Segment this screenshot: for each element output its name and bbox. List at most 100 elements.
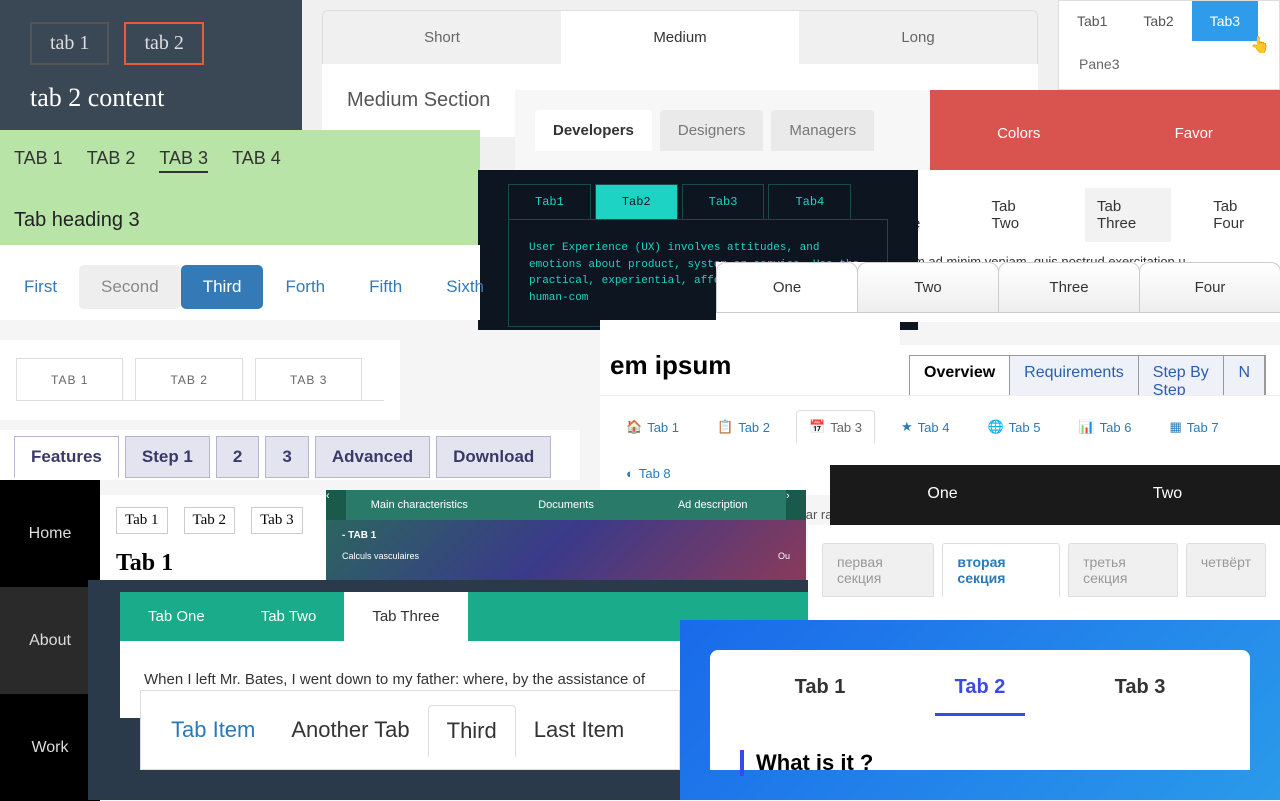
nav-work[interactable]: Work: [0, 694, 100, 801]
tab-6[interactable]: 📊Tab 6: [1066, 410, 1143, 444]
tab-sixth[interactable]: Sixth: [424, 265, 506, 309]
tab-forth[interactable]: Forth: [263, 265, 347, 309]
home-icon: 🏠: [626, 419, 642, 435]
tab-7[interactable]: ▦Tab 7: [1157, 410, 1230, 444]
calendar-icon: 📅: [809, 419, 825, 435]
tab-section-4[interactable]: четвёрт: [1186, 543, 1266, 597]
circle-icon: ◐: [626, 466, 634, 481]
tab-section-1[interactable]: первая секция: [822, 543, 934, 597]
tab-ad[interactable]: Ad description: [639, 490, 786, 520]
tab-2[interactable]: Tab 2: [935, 670, 1026, 716]
tab-two[interactable]: Tab Two: [233, 592, 345, 641]
tab-section-3[interactable]: третья секция: [1068, 543, 1178, 597]
tab-step2[interactable]: 2: [216, 436, 259, 478]
tab-main[interactable]: Main characteristics: [346, 490, 493, 520]
tab-two[interactable]: Two: [1055, 465, 1280, 523]
blue-card-tabs-panel: Tab 1 Tab 2 Tab 3 What is it ?: [680, 620, 1280, 800]
tab-two[interactable]: Two: [857, 262, 999, 312]
tab-first[interactable]: First: [2, 265, 79, 309]
nav-home[interactable]: Home: [0, 480, 100, 587]
tab-label: - TAB 1: [342, 530, 790, 541]
tab-three[interactable]: Tab Three: [1085, 188, 1171, 242]
tab1[interactable]: Tab1: [508, 184, 591, 219]
tab1[interactable]: Tab1: [1059, 1, 1125, 41]
tab-another[interactable]: Another Tab: [273, 705, 427, 757]
tab-four[interactable]: Tab Four: [1201, 188, 1280, 242]
tab-last[interactable]: Last Item: [516, 705, 642, 757]
tab-heading: Tab heading 3: [14, 209, 466, 232]
tab-3[interactable]: 📅Tab 3: [796, 410, 875, 444]
overview-tabs-panel: Overview Requirements Step By Step N: [895, 345, 1280, 400]
tab-2[interactable]: Tab 2: [184, 507, 236, 534]
lorem-fragment: em ipsum: [600, 320, 900, 400]
role-tabs-panel: Developers Designers Managers: [515, 90, 930, 170]
tab-2[interactable]: tab 2: [124, 22, 203, 65]
tab-short[interactable]: Short: [323, 11, 561, 64]
dark-one-two-panel: One Two: [830, 465, 1280, 525]
tab-1[interactable]: tab 1: [30, 22, 109, 65]
tab-developers[interactable]: Developers: [535, 110, 652, 151]
tab-one[interactable]: One: [716, 262, 858, 312]
vertical-nav-panel: Home About Work: [0, 480, 100, 800]
tab-third[interactable]: Third: [181, 265, 264, 309]
prev-arrow-icon[interactable]: ‹: [326, 490, 346, 520]
tab-4[interactable]: ★Tab 4: [889, 410, 961, 444]
tab2[interactable]: Tab2: [595, 184, 678, 219]
globe-icon: 🌐: [987, 419, 1003, 435]
next-arrow-icon[interactable]: ›: [786, 490, 806, 520]
tab-three[interactable]: Three: [998, 262, 1140, 312]
tab-managers[interactable]: Managers: [771, 110, 874, 151]
tab-heading: Tab 1: [116, 550, 314, 577]
tab-3[interactable]: TAB 3: [159, 148, 208, 173]
tab-1[interactable]: Tab 1: [116, 507, 168, 534]
tab-1[interactable]: 🏠Tab 1: [614, 410, 691, 444]
tab-1[interactable]: Tab 1: [775, 670, 866, 716]
tab-two[interactable]: Tab Two: [980, 188, 1055, 242]
tab-favorites[interactable]: Favor: [1175, 125, 1213, 142]
tab-long[interactable]: Long: [799, 11, 1037, 64]
tab3[interactable]: Tab3: [1192, 1, 1258, 41]
tab-third[interactable]: Third: [428, 705, 516, 757]
tab-5[interactable]: 🌐Tab 5: [975, 410, 1052, 444]
tab-colors[interactable]: Colors: [997, 125, 1040, 142]
tab4[interactable]: Tab4: [768, 184, 851, 219]
tab-features[interactable]: Features: [14, 436, 119, 478]
tab-item[interactable]: Tab Item: [153, 705, 273, 757]
tab-section-2[interactable]: вторая секция: [942, 543, 1060, 597]
tab-3[interactable]: Tab 3: [1095, 670, 1186, 716]
tab-3[interactable]: Tab 3: [251, 507, 303, 534]
tab-8[interactable]: ◐Tab 8: [614, 458, 683, 489]
tab-2[interactable]: TAB 2: [87, 148, 136, 173]
tab-one-four-panel: ab One Tab Two Tab Three Tab Four Ut eni…: [870, 170, 1280, 270]
tab-one[interactable]: One: [830, 465, 1055, 523]
tab-4[interactable]: TAB 4: [232, 148, 281, 173]
tab-2[interactable]: TAB 2: [135, 358, 242, 401]
tab-3[interactable]: TAB 3: [255, 358, 362, 401]
tab-2[interactable]: 📋Tab 2: [705, 410, 782, 444]
tab2[interactable]: Tab2: [1125, 1, 1191, 41]
tab-step3[interactable]: 3: [265, 436, 308, 478]
green-underline-tabs-panel: TAB 1 TAB 2 TAB 3 TAB 4 Tab heading 3: [0, 130, 480, 245]
large-tabs-panel: Tab Item Another Tab Third Last Item: [140, 690, 680, 770]
tab-one[interactable]: Tab One: [120, 592, 233, 641]
tab-second[interactable]: Second: [79, 265, 181, 309]
tab-four[interactable]: Four: [1139, 262, 1280, 312]
tab-1[interactable]: TAB 1: [14, 148, 63, 173]
section-heading: What is it ?: [740, 750, 1220, 776]
list-icon: 📋: [717, 419, 733, 435]
pill-tabs-panel: First Second Third Forth Fifth Sixth: [0, 245, 480, 320]
tab-download[interactable]: Download: [436, 436, 551, 478]
tab-three[interactable]: Tab Three: [344, 592, 467, 641]
tab-1[interactable]: TAB 1: [16, 358, 123, 401]
nav-about[interactable]: About: [0, 587, 100, 694]
tab-advanced[interactable]: Advanced: [315, 436, 430, 478]
tab-designers[interactable]: Designers: [660, 110, 764, 151]
boxed-tabs-panel: TAB 1 TAB 2 TAB 3: [0, 340, 400, 420]
tab-medium[interactable]: Medium: [561, 11, 799, 64]
tab3[interactable]: Tab3: [682, 184, 765, 219]
chart-icon: 📊: [1078, 419, 1094, 435]
tab-documents[interactable]: Documents: [493, 490, 640, 520]
tab-fifth[interactable]: Fifth: [347, 265, 424, 309]
blue-active-tabs-panel: Tab1 Tab2 Tab3 Pane3: [1058, 0, 1280, 90]
tab-step1[interactable]: Step 1: [125, 436, 210, 478]
